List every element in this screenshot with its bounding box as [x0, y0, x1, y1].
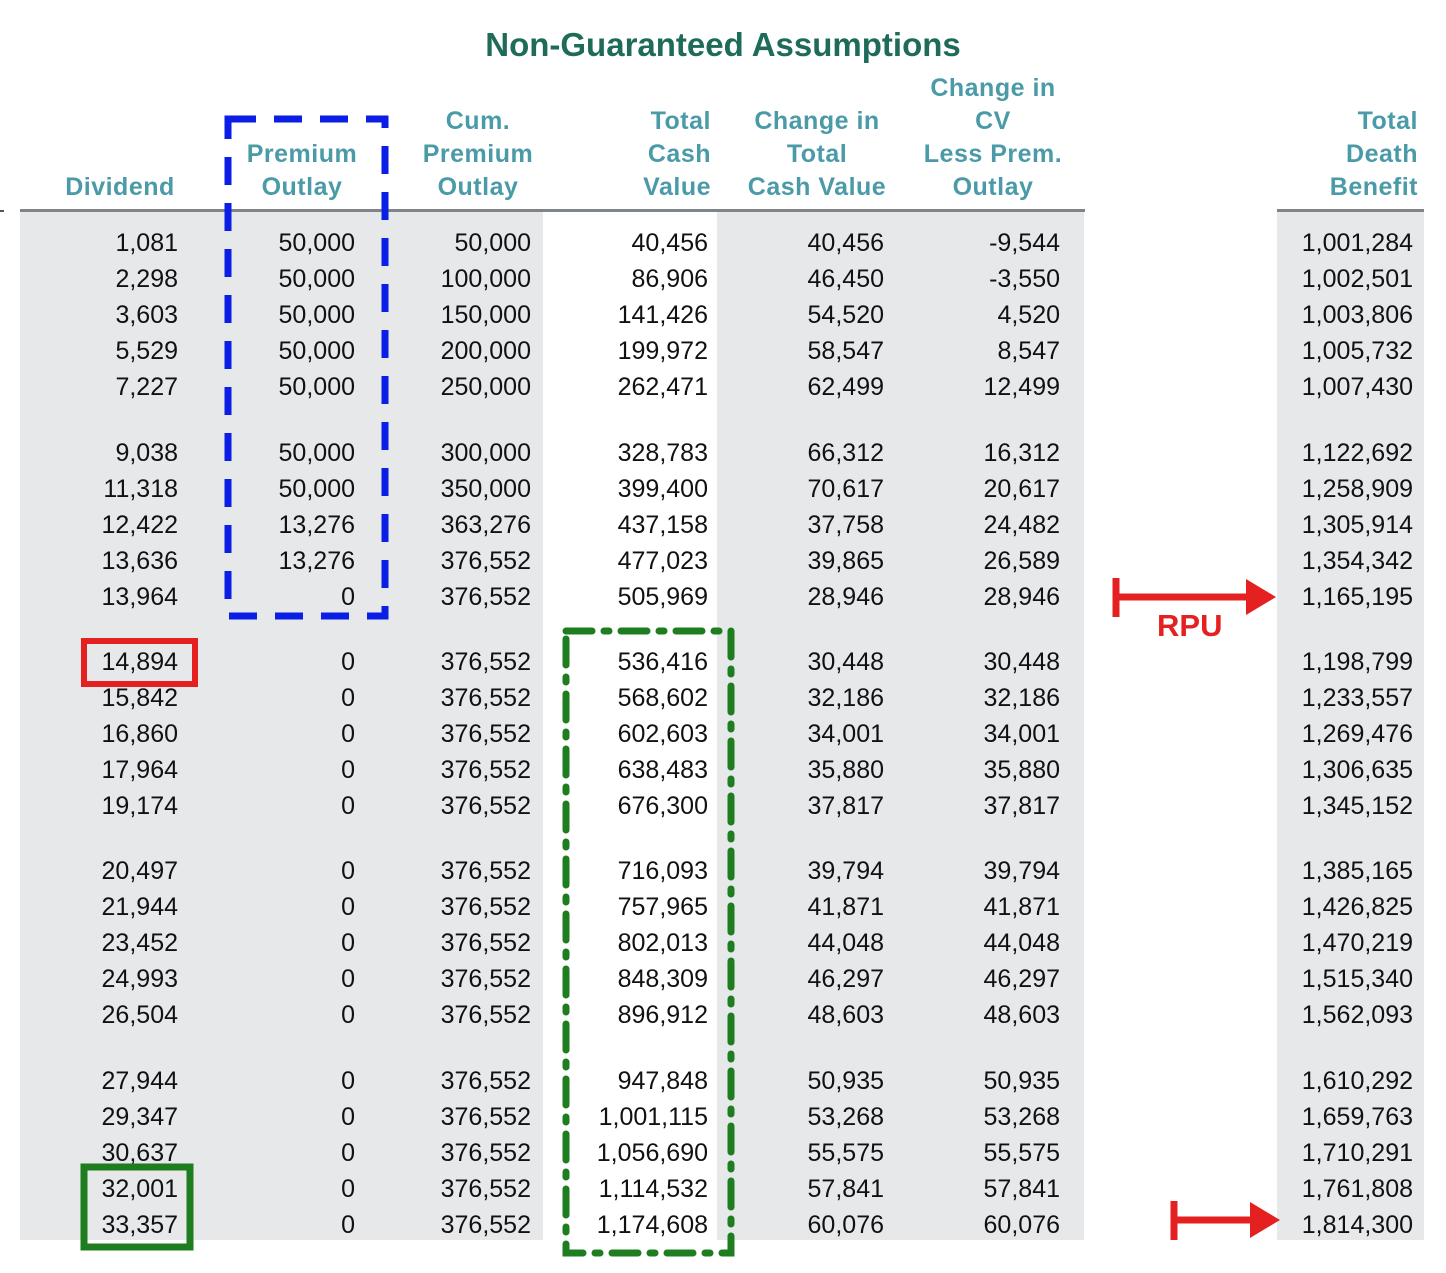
- annotation-overlay: [80, 115, 1280, 1257]
- dividend-red-highlight-box: [81, 638, 198, 687]
- cash-value-highlight-box: [562, 627, 735, 1257]
- premium-outlay-highlight-box: [224, 115, 389, 620]
- death-benefit-arrow: [1170, 1201, 1280, 1240]
- rpu-label: RPU: [1157, 608, 1223, 643]
- dividend-green-highlight-box: [80, 1163, 194, 1251]
